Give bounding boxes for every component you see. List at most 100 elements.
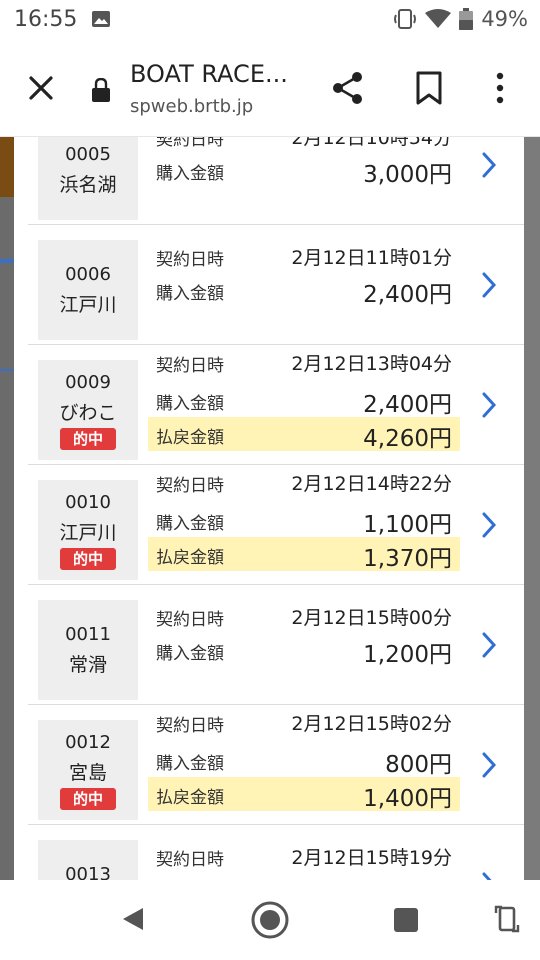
venue-name: 浜名湖 (59, 174, 117, 196)
contract-datetime-line: 契約日時 2月12日14時22分 (148, 465, 460, 499)
page-url: spweb.brtb.jp (130, 96, 254, 117)
page-title: BOAT RACE... (130, 60, 288, 88)
chevron-right-icon[interactable] (480, 271, 498, 299)
status-right: 49% (393, 7, 528, 31)
race-code: 0010 (65, 492, 111, 513)
hit-badge: 的中 (60, 548, 116, 570)
background-divider (0, 369, 14, 371)
wifi-icon (425, 9, 452, 28)
chevron-right-icon[interactable] (480, 751, 498, 779)
chevron-right-icon[interactable] (480, 871, 498, 880)
purchase-amount-value: 800円 (385, 752, 452, 778)
nfc-icon (394, 9, 417, 29)
payout-amount-label: 払戻金額 (156, 548, 224, 568)
venue-box: 0012 宮島的中 (38, 720, 138, 820)
purchase-amount-label: 購入金額 (156, 284, 224, 304)
contract-datetime-label: 契約日時 (156, 356, 224, 376)
page-content: 0005 浜名湖 契約日時 2月12日10時54分 購入金額 3,000円 0006 江戸川契… (0, 137, 540, 880)
purchase-amount-label: 購入金額 (156, 754, 224, 774)
purchase-amount-line: 購入金額 2,400円 (148, 383, 460, 418)
back-icon[interactable] (118, 904, 148, 934)
chevron-right-icon[interactable] (480, 631, 498, 659)
contract-datetime-value: 2月12日10時54分 (291, 137, 452, 149)
contract-datetime-value: 2月12日15時00分 (291, 607, 452, 629)
payout-amount-label: 払戻金額 (156, 788, 224, 808)
purchase-amount-label: 購入金額 (156, 644, 224, 664)
purchase-row[interactable]: 0012 宮島的中 契約日時 2月12日15時02分購入金額 800円払戻金額 1,400… (28, 705, 524, 825)
background-divider (0, 259, 14, 263)
venue-box: 0013 (38, 840, 138, 880)
browser-toolbar: BOAT RACE... spweb.brtb.jp (0, 42, 540, 137)
contract-datetime-line: 契約日時 2月12日13時04分 (148, 345, 460, 379)
contract-datetime-line: 契約日時 2月12日15時02分 (148, 705, 460, 739)
chevron-right-icon[interactable] (480, 151, 498, 179)
purchase-amount-line: 購入金額 2,400円 (148, 273, 460, 308)
contract-datetime-label: 契約日時 (156, 610, 224, 630)
contract-datetime-value: 2月12日15時02分 (291, 713, 452, 735)
purchase-row[interactable]: 0005 浜名湖 契約日時 2月12日10時54分購入金額 3,000円 (28, 137, 524, 225)
hit-badge: 的中 (60, 788, 116, 810)
contract-datetime-line: 契約日時 2月12日10時54分 (148, 137, 460, 153)
gallery-notification-icon (92, 11, 110, 27)
contract-datetime-label: 契約日時 (156, 137, 224, 150)
purchase-row[interactable]: 0006 江戸川 契約日時 2月12日11時01分購入金額 2,400円 (28, 225, 524, 345)
contract-datetime-label: 契約日時 (156, 476, 224, 496)
venue-box: 0006 江戸川 (38, 240, 138, 340)
rotate-icon[interactable] (494, 904, 520, 934)
contract-datetime-label: 契約日時 (156, 250, 224, 270)
venue-box: 0005 浜名湖 (38, 137, 138, 220)
purchase-list: 0005 浜名湖 契約日時 2月12日10時54分 購入金額 3,000円 0006 江戸川契… (28, 137, 524, 880)
bookmark-icon[interactable] (414, 70, 444, 106)
battery-level: 49% (481, 7, 528, 31)
more-options-icon[interactable] (490, 70, 510, 106)
race-code: 0011 (65, 624, 111, 645)
home-icon[interactable] (250, 900, 290, 940)
contract-datetime-value: 2月12日13時04分 (291, 353, 452, 375)
purchase-amount-label: 購入金額 (156, 394, 224, 414)
navigation-bar (0, 880, 540, 960)
share-icon[interactable] (330, 70, 366, 106)
purchase-amount-value: 1,100円 (363, 512, 452, 538)
purchase-row[interactable]: 0013 契約日時 2月12日15時19分購入金額 (28, 825, 524, 880)
payout-amount-value: 4,260円 (363, 426, 452, 452)
venue-box: 0011 常滑 (38, 600, 138, 700)
hit-badge: 的中 (60, 428, 116, 450)
purchase-amount-line: 購入金額 (148, 873, 460, 880)
purchase-amount-label: 購入金額 (156, 164, 224, 184)
contract-datetime-label: 契約日時 (156, 850, 224, 870)
recents-icon[interactable] (392, 906, 420, 934)
purchase-amount-value: 2,400円 (363, 392, 452, 418)
contract-datetime-value: 2月12日11時01分 (291, 247, 452, 269)
close-icon[interactable] (22, 69, 60, 107)
purchase-amount-line: 購入金額 800円 (148, 743, 460, 778)
purchase-row[interactable]: 0010 江戸川的中 契約日時 2月12日14時22分購入金額 1,100円払戻金額 1,… (28, 465, 524, 585)
purchase-amount-line: 購入金額 1,100円 (148, 503, 460, 538)
contract-datetime-value: 2月12日15時19分 (291, 847, 452, 869)
venue-name: 江戸川 (59, 294, 117, 316)
venue-box: 0009 びわこ 的中 (38, 360, 138, 460)
purchase-amount-line: 購入金額 3,000円 (148, 153, 460, 188)
chevron-right-icon[interactable] (480, 391, 498, 419)
purchase-amount-value: 3,000円 (363, 162, 452, 188)
lock-icon (92, 78, 110, 102)
venue-name: 宮島 (68, 762, 107, 784)
status-time: 16:55 (14, 7, 78, 32)
purchase-row[interactable]: 0011 常滑 契約日時 2月12日15時00分 購入金額 1,200円 (28, 585, 524, 705)
contract-datetime-line: 契約日時 2月12日11時01分 (148, 239, 460, 273)
purchase-amount-value: 2,400円 (363, 282, 452, 308)
payout-amount-value: 1,370円 (363, 546, 452, 572)
payout-amount-value: 1,400円 (363, 786, 452, 812)
chevron-right-icon[interactable] (480, 511, 498, 539)
venue-box: 0010 江戸川的中 (38, 480, 138, 580)
venue-name: 常滑 (68, 654, 107, 676)
status-bar: 16:55 49% (0, 0, 540, 42)
contract-datetime-line: 契約日時 2月12日15時19分 (148, 839, 460, 873)
battery-icon (459, 8, 474, 30)
payout-amount-label: 払戻金額 (156, 428, 224, 448)
payout-amount-line: 払戻金額 1,400円 (148, 777, 460, 812)
race-code: 0012 (65, 732, 111, 753)
purchase-amount-label: 購入金額 (156, 514, 224, 534)
venue-name: 江戸川 (59, 522, 117, 544)
purchase-row[interactable]: 0009 びわこ 的中 契約日時 2月12日13時04分 購入金額 2,400円 払戻金額 4,… (28, 345, 524, 465)
venue-name: びわこ (59, 402, 117, 424)
